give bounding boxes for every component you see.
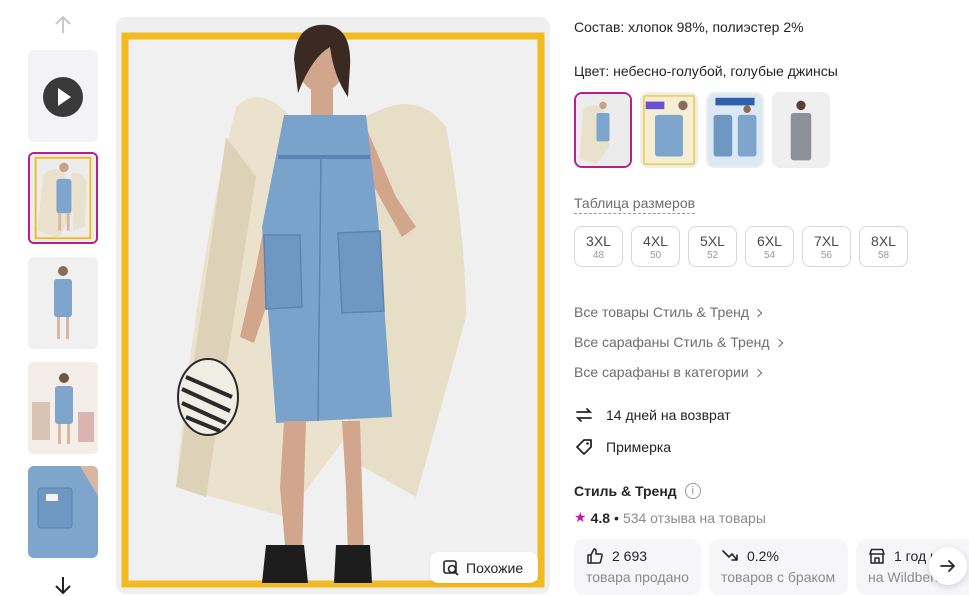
arrow-down-icon[interactable]: [52, 574, 74, 596]
color-option-3[interactable]: [706, 92, 764, 168]
tag-icon: [576, 439, 592, 455]
link-all-category-sundresses[interactable]: Все сарафаны в категории: [574, 364, 762, 380]
stat-sold: 2 693 товара продано: [574, 539, 701, 595]
thumbs-up-icon: [587, 548, 603, 564]
size-option-4xl[interactable]: 4XL 50: [631, 226, 680, 267]
size-option-5xl[interactable]: 5XL 52: [688, 226, 737, 267]
link-all-brand-sundresses[interactable]: Все сарафаны Стиль & Тренд: [574, 334, 783, 350]
product-info-panel: Состав: хлопок 98%, полиэстер 2% Цвет: н…: [574, 0, 969, 596]
color-option-1[interactable]: [574, 92, 632, 168]
feature-return: 14 дней на возврат: [574, 405, 731, 425]
color-options: [574, 92, 830, 168]
photo-thumbnail-1[interactable]: [28, 152, 98, 244]
return-icon: [575, 408, 593, 422]
size-option-8xl[interactable]: 8XL 58: [859, 226, 908, 267]
size-option-7xl[interactable]: 7XL 56: [802, 226, 851, 267]
info-icon[interactable]: i: [684, 483, 701, 499]
size-option-6xl[interactable]: 6XL 54: [745, 226, 794, 267]
arrow-right-icon: [940, 560, 955, 572]
stats-next-button[interactable]: [929, 547, 967, 585]
composition-text: Состав: хлопок 98%, полиэстер 2%: [574, 19, 804, 35]
color-option-2[interactable]: [640, 92, 698, 168]
seller-rating: ★ 4.8 • 534 отзыва на товары: [574, 509, 766, 526]
shop-icon: [869, 548, 885, 564]
photo-thumbnail-2[interactable]: [28, 257, 98, 349]
size-options: 3XL 48 4XL 50 5XL 52 6XL 54 7XL 56 8XL 5…: [574, 226, 908, 267]
arrow-up-icon[interactable]: [52, 14, 74, 36]
size-table-link[interactable]: Таблица размеров: [574, 195, 696, 214]
seller-name[interactable]: Стиль & Тренд i: [574, 483, 701, 499]
chevron-right-icon: [774, 338, 783, 348]
color-text: Цвет: небесно-голубой, голубые джинсы: [574, 63, 838, 79]
photo-thumbnail-3[interactable]: [28, 362, 98, 454]
seller-stats: 2 693 товара продано 0.2% товаров с брак…: [574, 539, 969, 595]
chevron-right-icon: [753, 368, 762, 378]
size-option-3xl[interactable]: 3XL 48: [574, 226, 623, 267]
feature-fitting: Примерка: [574, 437, 671, 457]
thumbnail-list: [28, 8, 98, 596]
chevron-right-icon: [753, 308, 763, 318]
similar-button[interactable]: Похожие: [430, 552, 538, 583]
seller-reviews-link[interactable]: 534 отзыва на товары: [623, 510, 766, 526]
similar-label: Похожие: [466, 559, 524, 576]
link-all-brand-products[interactable]: Все товары Стиль & Тренд: [574, 304, 763, 320]
play-icon: [43, 77, 83, 117]
video-thumbnail[interactable]: [28, 50, 98, 142]
color-option-4[interactable]: [772, 92, 830, 168]
star-icon: ★: [574, 509, 587, 525]
photo-thumbnail-4[interactable]: [28, 466, 98, 558]
main-product-photo[interactable]: Похожие: [116, 17, 550, 594]
similar-search-icon: [443, 559, 459, 576]
stat-defects: 0.2% товаров с браком: [709, 539, 848, 595]
trend-down-icon: [722, 550, 738, 561]
